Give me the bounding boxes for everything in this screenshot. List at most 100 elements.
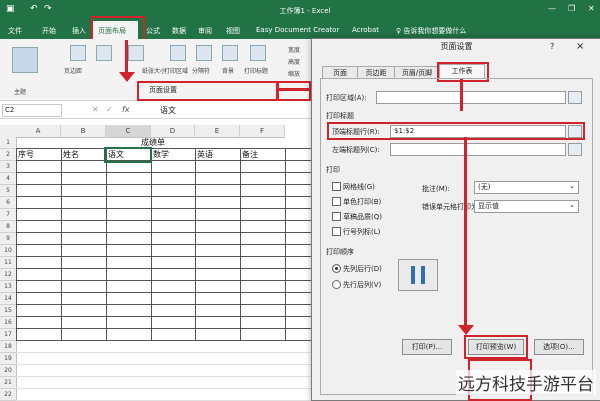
highlight-page-setup-launcher[interactable]: 页面设置 xyxy=(137,81,278,101)
tab-view[interactable]: 视图 xyxy=(226,26,240,36)
row-header-3[interactable]: 3 xyxy=(0,161,17,173)
row-header-6[interactable]: 6 xyxy=(0,197,17,209)
errors-value: 显示值 xyxy=(478,202,499,210)
row-header-2[interactable]: 2 xyxy=(0,149,17,161)
tab-file[interactable]: 文件 xyxy=(8,26,22,36)
tell-me-search[interactable]: ♀ 告诉我你想要做什么 xyxy=(396,26,466,36)
header-cell[interactable]: 备注 xyxy=(240,149,284,161)
row-header-7[interactable]: 7 xyxy=(0,209,17,221)
dialog-close-icon[interactable]: × xyxy=(576,41,584,52)
help-icon[interactable]: ? xyxy=(550,42,554,51)
gridlines-checkbox[interactable] xyxy=(332,182,341,191)
print-titles-button[interactable]: 打印标题 xyxy=(244,66,268,75)
group-theme-label: 主题 xyxy=(14,89,27,96)
row-header-17[interactable]: 17 xyxy=(0,329,17,341)
chevron-down-icon[interactable]: ⌄ xyxy=(569,182,575,190)
chevron-down-icon[interactable]: ⌄ xyxy=(569,201,575,209)
row-header-1[interactable]: 1 xyxy=(0,137,17,149)
row-header-22[interactable]: 22 xyxy=(0,389,17,401)
formula-input[interactable]: 语文 xyxy=(160,105,176,116)
tab-data[interactable]: 数据 xyxy=(172,26,186,36)
width-label[interactable]: 宽度 xyxy=(288,45,300,54)
print-button[interactable]: 打印(P)... xyxy=(402,339,452,355)
print-area-button[interactable]: 打印区域 xyxy=(164,66,188,75)
left-cols-field[interactable] xyxy=(390,143,566,156)
header-cell[interactable]: 英语 xyxy=(195,149,239,161)
row-header-12[interactable]: 12 xyxy=(0,269,17,281)
row-header-5[interactable]: 5 xyxy=(0,185,17,197)
size-button[interactable]: 纸张大小 xyxy=(142,66,166,75)
highlight-print-preview xyxy=(464,335,528,359)
row-header-15[interactable]: 15 xyxy=(0,305,17,317)
enter-formula-icon[interactable]: ✓ xyxy=(106,105,113,114)
options-button[interactable]: 选项(O)... xyxy=(534,339,584,355)
margins-icon[interactable] xyxy=(70,45,86,61)
header-cell[interactable]: 姓名 xyxy=(61,149,105,161)
draft-checkbox[interactable] xyxy=(332,212,341,221)
size-icon[interactable] xyxy=(128,45,144,61)
breaks-icon[interactable] xyxy=(196,45,212,61)
row-header-20[interactable]: 20 xyxy=(0,365,17,377)
row-header-9[interactable]: 9 xyxy=(0,233,17,245)
highlight-dialog-launcher xyxy=(277,81,311,101)
header-cell[interactable]: 数学 xyxy=(151,149,194,161)
header-cell[interactable]: 语文 xyxy=(104,147,152,163)
save-icon[interactable]: ▣ xyxy=(6,4,15,14)
undo-icon[interactable]: ↶ xyxy=(30,4,38,14)
themes-icon[interactable] xyxy=(12,47,38,73)
print-heading: 打印 xyxy=(326,166,340,174)
print-area-icon[interactable] xyxy=(170,45,186,61)
row-header-4[interactable]: 4 xyxy=(0,173,17,185)
column-gridline xyxy=(195,149,196,341)
minimize-icon[interactable]: — xyxy=(548,4,556,13)
sheet-title-cell[interactable]: 成绩单 xyxy=(16,137,288,149)
print-titles-icon[interactable] xyxy=(250,45,266,61)
restore-icon[interactable]: ❐ xyxy=(568,4,575,13)
range-picker-icon[interactable] xyxy=(568,91,582,104)
row-gridline xyxy=(16,364,311,365)
comments-select[interactable]: (无) xyxy=(474,181,579,194)
background-button[interactable]: 背景 xyxy=(222,66,234,75)
draft-label: 草稿品质(Q) xyxy=(343,213,382,221)
breaks-button[interactable]: 分隔符 xyxy=(192,66,210,75)
row-header-11[interactable]: 11 xyxy=(0,257,17,269)
cancel-formula-icon[interactable]: ✕ xyxy=(92,105,99,114)
tab-formulas[interactable]: 公式 xyxy=(146,26,160,36)
header-cell[interactable]: 序号 xyxy=(16,149,60,161)
background-icon[interactable] xyxy=(222,45,238,61)
tab-acrobat[interactable]: Acrobat xyxy=(352,26,379,34)
margins-button[interactable]: 页边距 xyxy=(64,66,82,75)
tab-easy-document-creator[interactable]: Easy Document Creator xyxy=(256,26,339,34)
errors-select[interactable]: 显示值 xyxy=(474,200,579,213)
row-header-8[interactable]: 8 xyxy=(0,221,17,233)
headings-checkbox[interactable] xyxy=(332,227,341,236)
row-header-14[interactable]: 14 xyxy=(0,293,17,305)
tab-home[interactable]: 开始 xyxy=(42,26,56,36)
row-header-19[interactable]: 19 xyxy=(0,353,17,365)
print-area-field[interactable] xyxy=(376,91,566,104)
down-then-over-radio[interactable] xyxy=(332,264,341,273)
range-picker-icon[interactable] xyxy=(568,143,582,156)
row-header-10[interactable]: 10 xyxy=(0,245,17,257)
scale-label[interactable]: 缩放 xyxy=(288,69,300,78)
headings-label: 行号列标(L) xyxy=(343,228,381,236)
comments-label: 批注(M): xyxy=(422,185,450,193)
row-header-18[interactable]: 18 xyxy=(0,341,17,353)
worksheet-grid[interactable]: A B C D E F 1 2 3 4 5 6 7 8 9 10 11 12 13 14 15 16 17 18 19 20 21 2… xyxy=(0,125,311,401)
tab-review[interactable]: 审阅 xyxy=(198,26,212,36)
name-box[interactable]: C2 xyxy=(2,104,62,117)
row-header-16[interactable]: 16 xyxy=(0,317,17,329)
left-cols-label: 左端标题列(C): xyxy=(332,146,380,154)
tab-insert[interactable]: 插入 xyxy=(72,26,86,36)
order-bar-icon xyxy=(411,266,415,284)
close-icon[interactable]: ✕ xyxy=(588,4,595,13)
height-label[interactable]: 高度 xyxy=(288,57,300,66)
over-then-down-radio[interactable] xyxy=(332,280,341,289)
row-header-21[interactable]: 21 xyxy=(0,377,17,389)
title-bar: ▣ ↶ ↷ 工作簿1 - Excel — ❐ ✕ xyxy=(0,0,600,21)
redo-icon[interactable]: ↷ xyxy=(44,4,52,14)
black-white-checkbox[interactable] xyxy=(332,197,341,206)
orientation-icon[interactable] xyxy=(96,45,112,61)
function-icon[interactable]: fx xyxy=(122,105,130,114)
row-header-13[interactable]: 13 xyxy=(0,281,17,293)
